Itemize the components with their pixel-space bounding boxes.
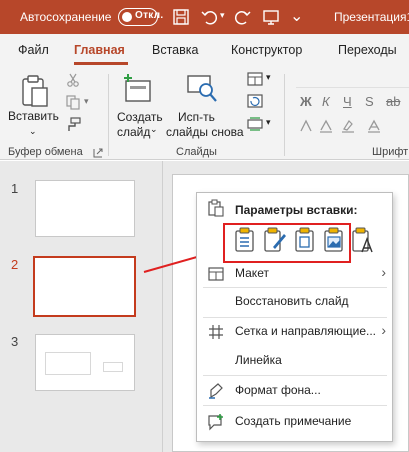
menu-separator: [203, 317, 387, 318]
keep-source-formatting-icon[interactable]: [263, 227, 287, 253]
font-size-increase-area: [296, 68, 409, 88]
slide-thumbnail-2[interactable]: [33, 256, 136, 317]
format-painter-icon[interactable]: [65, 117, 81, 132]
bold-button[interactable]: Ж: [300, 94, 312, 109]
slide-number: 2: [11, 257, 19, 272]
ribbon-separator: [284, 74, 285, 156]
menu-separator: [203, 375, 387, 376]
tab-insert[interactable]: Вставка: [152, 43, 198, 57]
menu-separator: [203, 405, 387, 406]
slides-group-label: Слайды: [176, 146, 217, 158]
title-placeholder: [45, 352, 91, 375]
tab-file[interactable]: Файл: [18, 43, 49, 57]
section-dropdown-icon[interactable]: ▾: [266, 117, 271, 128]
paste-icon[interactable]: [20, 74, 50, 108]
dialog-launcher-icon[interactable]: [93, 148, 103, 158]
keep-text-only-icon[interactable]: [351, 227, 375, 253]
slideshow-icon[interactable]: [262, 8, 280, 26]
undo-icon[interactable]: [200, 8, 218, 26]
menu-item-grid-guides[interactable]: Сетка и направляющие... ›: [197, 321, 394, 343]
grid-icon: [209, 325, 223, 339]
toggle-knob: [122, 12, 132, 22]
context-menu: Параметры вставки: Макет › Восстановить …: [196, 192, 393, 442]
font-color-icon[interactable]: [366, 118, 382, 134]
new-comment-icon: [208, 414, 223, 431]
picture-paste-icon[interactable]: [322, 227, 346, 253]
cut-icon[interactable]: [66, 73, 80, 87]
copy-dropdown-icon[interactable]: ▾: [84, 96, 89, 107]
picture-icon[interactable]: [293, 227, 317, 253]
customize-qat-icon[interactable]: ⌄: [290, 6, 303, 26]
font-group-label: Шрифт: [372, 146, 409, 158]
layout-icon[interactable]: [247, 72, 263, 86]
paste-dropdown-icon[interactable]: ⌄: [29, 124, 37, 139]
highlight-color-icon[interactable]: [340, 118, 356, 134]
slide-number: 3: [11, 334, 19, 349]
paste-options-icon: [208, 199, 224, 217]
submenu-arrow-icon: ›: [381, 264, 386, 280]
menu-item-reset-slide[interactable]: Восстановить слайд: [197, 291, 394, 313]
italic-button[interactable]: К: [322, 94, 330, 109]
ribbon-separator: [108, 74, 109, 156]
paste-options-title: Параметры вставки:: [235, 203, 358, 217]
new-slide-icon[interactable]: [122, 72, 152, 104]
text-effects-icon[interactable]: [318, 118, 334, 134]
reuse-slides-label-2[interactable]: слайды снова: [166, 125, 244, 140]
redo-icon[interactable]: [234, 8, 252, 26]
new-slide-label-1[interactable]: Создать: [117, 110, 163, 125]
section-icon[interactable]: [247, 117, 263, 131]
menu-item-format-background[interactable]: Формат фона...: [197, 380, 394, 402]
ribbon-tabs: Файл Главная Вставка Конструктор Переход…: [0, 34, 409, 68]
save-icon[interactable]: [172, 8, 190, 26]
new-slide-label-2[interactable]: слайд: [117, 125, 150, 140]
active-tab-indicator: [74, 62, 128, 65]
clipboard-group-label: Буфер обмена: [8, 146, 83, 158]
autosave-toggle[interactable]: Откл.: [118, 8, 163, 26]
tab-design[interactable]: Конструктор: [231, 43, 302, 57]
reset-icon[interactable]: [247, 94, 263, 108]
tab-transitions[interactable]: Переходы: [338, 43, 397, 57]
shadow-button[interactable]: S: [365, 94, 374, 109]
title-bar: Автосохранение Откл. ▾ ⌄ Презентация1: [0, 0, 409, 34]
autosave-label: Автосохранение: [20, 10, 112, 24]
slide-thumbnail-1[interactable]: [35, 180, 135, 237]
layout-icon: [208, 267, 224, 281]
paste-button-label[interactable]: Вставить: [8, 109, 59, 124]
menu-item-label: Формат фона...: [235, 383, 321, 397]
layout-dropdown-icon[interactable]: ▾: [266, 72, 271, 83]
slide-thumbnail-3[interactable]: [35, 334, 135, 391]
text-clear-icon[interactable]: [298, 118, 314, 134]
copy-icon[interactable]: [66, 95, 80, 110]
undo-dropdown-icon[interactable]: ▾: [220, 10, 225, 21]
use-destination-theme-icon[interactable]: [233, 227, 257, 253]
menu-item-layout[interactable]: Макет ›: [197, 263, 394, 285]
menu-item-label: Макет: [235, 266, 269, 280]
format-background-icon: [209, 383, 223, 399]
menu-item-new-comment[interactable]: Создать примечание: [197, 411, 394, 433]
slide-number: 1: [11, 181, 19, 196]
strikethrough-button[interactable]: ab: [386, 94, 400, 109]
menu-item-label: Создать примечание: [235, 414, 352, 428]
reuse-slides-icon[interactable]: [186, 74, 218, 104]
menu-item-label: Восстановить слайд: [235, 294, 349, 308]
menu-item-label: Сетка и направляющие...: [235, 324, 376, 338]
autosave-state: Откл.: [135, 10, 164, 21]
document-title: Презентация1: [334, 10, 409, 24]
menu-separator: [203, 287, 387, 288]
new-slide-dropdown-icon[interactable]: ⌄: [150, 124, 158, 135]
tab-home[interactable]: Главная: [74, 43, 125, 57]
menu-item-label: Линейка: [235, 353, 282, 367]
underline-button[interactable]: Ч: [343, 94, 352, 109]
submenu-arrow-icon: ›: [381, 322, 386, 338]
ribbon: Вставить ⌄ ▾ Буфер обмена Создать слайд …: [0, 68, 409, 160]
reuse-slides-label-1[interactable]: Исп-ть: [178, 110, 215, 125]
content-placeholder: [103, 362, 123, 372]
menu-item-ruler[interactable]: Линейка: [197, 350, 394, 372]
